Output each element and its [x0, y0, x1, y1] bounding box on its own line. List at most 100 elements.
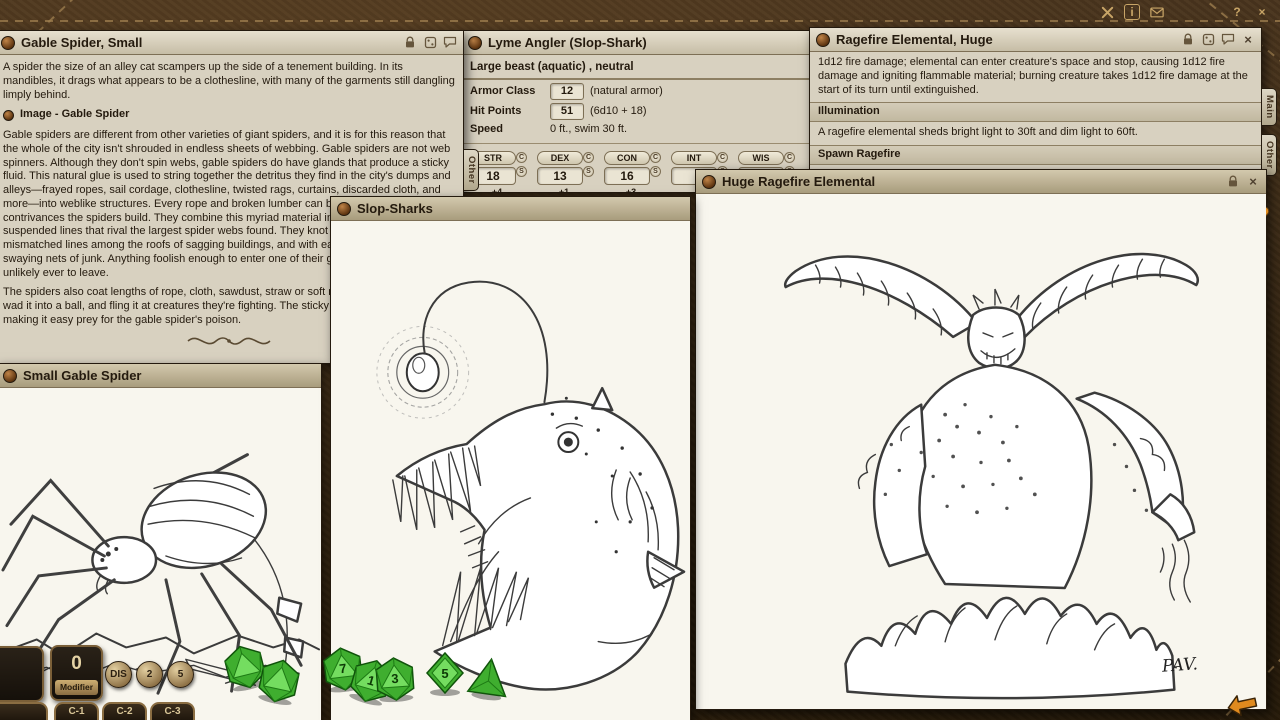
check-roll-button[interactable]: C [784, 152, 795, 163]
ragefire-window-controls: × [1181, 33, 1255, 47]
modifier-button-5[interactable]: 5 [167, 661, 194, 688]
elemental-image-title: Huge Ragefire Elemental [722, 174, 875, 189]
window-elemental-image: Huge Ragefire Elemental × [695, 169, 1267, 710]
elemental-image-titlebar[interactable]: Huge Ragefire Elemental × [696, 170, 1266, 194]
hit-points-value[interactable]: 51 [550, 103, 584, 120]
shark-image-title: Slop-Sharks [357, 201, 433, 216]
hit-points-note: (6d10 + 18) [590, 105, 647, 119]
lock-icon[interactable] [1181, 33, 1195, 47]
gable-image-link[interactable]: Image - Gable Spider [3, 108, 455, 122]
elemental-image-canvas[interactable]: PAV. [696, 194, 1266, 709]
hotkey-tab-c1[interactable]: C-1 [54, 702, 99, 720]
shark-image-canvas[interactable] [331, 221, 690, 720]
elemental-window-controls: × [1226, 175, 1260, 189]
ability-dex-mod: +1 [559, 187, 569, 192]
check-roll-button[interactable]: C [583, 152, 594, 163]
gable-window-controls [403, 36, 457, 50]
ability-str-mod: +4 [492, 187, 502, 192]
mail-icon[interactable] [1149, 4, 1165, 20]
ability-dex-name[interactable]: DEX [537, 151, 583, 165]
image-link-icon [3, 110, 14, 121]
armor-class-row: Armor Class 12 (natural armor) [462, 80, 812, 100]
lyme-window-title: Lyme Angler (Slop-Shark) [488, 35, 647, 50]
ability-int-name[interactable]: INT [671, 151, 717, 165]
npc-icon [468, 36, 482, 50]
svg-text:3: 3 [391, 671, 399, 686]
lock-icon[interactable] [1226, 175, 1240, 189]
info-icon[interactable]: i [1124, 4, 1140, 20]
ragefire-tab-main[interactable]: Main [1262, 88, 1277, 126]
chat-icon[interactable] [443, 36, 457, 50]
elemental-sketch: PAV. [696, 194, 1266, 709]
window-close-icon[interactable]: × [1246, 175, 1260, 189]
ragefire-stat-body: 1d12 fire damage; elemental can enter cr… [810, 52, 1261, 169]
ragefire-window-titlebar[interactable]: Ragefire Elemental, Huge × [810, 28, 1261, 52]
check-roll-button[interactable]: C [650, 152, 661, 163]
spider-image-titlebar[interactable]: Small Gable Spider [0, 364, 321, 388]
ability-dex-score[interactable]: 13 [537, 167, 583, 185]
speed-value: 0 ft., swim 30 ft. [550, 123, 627, 137]
armor-class-value[interactable]: 12 [550, 83, 584, 100]
ragefire-window-title: Ragefire Elemental, Huge [836, 32, 993, 47]
save-roll-button[interactable]: S [583, 166, 594, 177]
check-roll-button[interactable]: C [717, 152, 728, 163]
ability-con-mod: +3 [626, 187, 636, 192]
lyme-window-titlebar[interactable]: Lyme Angler (Slop-Shark) [462, 31, 812, 55]
window-shark-image: Slop-Sharks [330, 196, 691, 720]
modifier-stack[interactable] [0, 646, 44, 702]
gable-window-title: Gable Spider, Small [21, 35, 142, 50]
section-illumination: Illumination [810, 102, 1261, 122]
check-roll-button[interactable]: C [516, 152, 527, 163]
modifier-button-2[interactable]: 2 [136, 661, 163, 688]
modifier-value: 0 [52, 647, 101, 680]
top-toolbar: i ? × [1099, 4, 1270, 20]
save-roll-button[interactable]: S [650, 166, 661, 177]
image-icon [3, 369, 17, 383]
hit-points-label: Hit Points [470, 105, 544, 119]
lock-icon[interactable] [403, 36, 417, 50]
ability-wis-name[interactable]: WIS [738, 151, 784, 165]
ability-con-name[interactable]: CON [604, 151, 650, 165]
window-ragefire-stat: Ragefire Elemental, Huge × 1d12 fire dam… [809, 27, 1262, 170]
speed-row: Speed 0 ft., swim 30 ft. [462, 120, 812, 137]
hit-points-row: Hit Points 51 (6d10 + 18) [462, 100, 812, 120]
help-icon[interactable]: ? [1229, 4, 1245, 20]
ability-con: CON 16 +3 CS [602, 151, 660, 192]
app-close-icon[interactable]: × [1254, 4, 1270, 20]
die-d8[interactable]: 5 [422, 650, 468, 696]
flourish-divider [184, 334, 274, 348]
npc-icon [816, 33, 830, 47]
story-icon [1, 36, 15, 50]
ragefire-paragraph-1: 1d12 fire damage; elemental can enter cr… [810, 52, 1261, 99]
tools-icon[interactable] [1099, 4, 1115, 20]
ability-dex: DEX 13 +1 CS [535, 151, 593, 192]
hotkey-tab-c3[interactable]: C-3 [150, 702, 195, 720]
gable-tab-other[interactable]: Other [464, 149, 479, 191]
speed-label: Speed [470, 123, 544, 137]
gable-image-link-label: Image - Gable Spider [20, 108, 129, 122]
spider-image-title: Small Gable Spider [23, 368, 142, 383]
image-icon [702, 175, 716, 189]
die-d20[interactable]: 3 [370, 654, 419, 703]
shark-image-titlebar[interactable]: Slop-Sharks [331, 197, 690, 221]
ability-con-score[interactable]: 16 [604, 167, 650, 185]
ragefire-paragraph-2: A ragefire elemental sheds bright light … [810, 122, 1261, 142]
gable-window-titlebar[interactable]: Gable Spider, Small [0, 31, 463, 55]
anglerfish-sketch [331, 221, 690, 720]
dice-icon[interactable] [423, 36, 437, 50]
svg-text:5: 5 [441, 666, 448, 681]
artist-signature: PAV. [1160, 653, 1198, 676]
modifier-box[interactable]: 0 Modifier [50, 645, 103, 701]
creature-type-line: Large beast (aquatic) , neutral [462, 55, 812, 80]
modifier-button-dis[interactable]: DIS [105, 661, 132, 688]
armor-class-label: Armor Class [470, 85, 544, 99]
chat-icon[interactable] [1221, 33, 1235, 47]
hotkey-tab-c2[interactable]: C-2 [102, 702, 147, 720]
dice-icon[interactable] [1201, 33, 1215, 47]
window-close-icon[interactable]: × [1241, 33, 1255, 47]
hotkey-tab-stub[interactable] [0, 702, 48, 720]
die-d4[interactable] [463, 651, 515, 703]
die-d20[interactable] [252, 654, 307, 709]
save-roll-button[interactable]: S [516, 166, 527, 177]
modifier-label: Modifier [55, 680, 98, 695]
